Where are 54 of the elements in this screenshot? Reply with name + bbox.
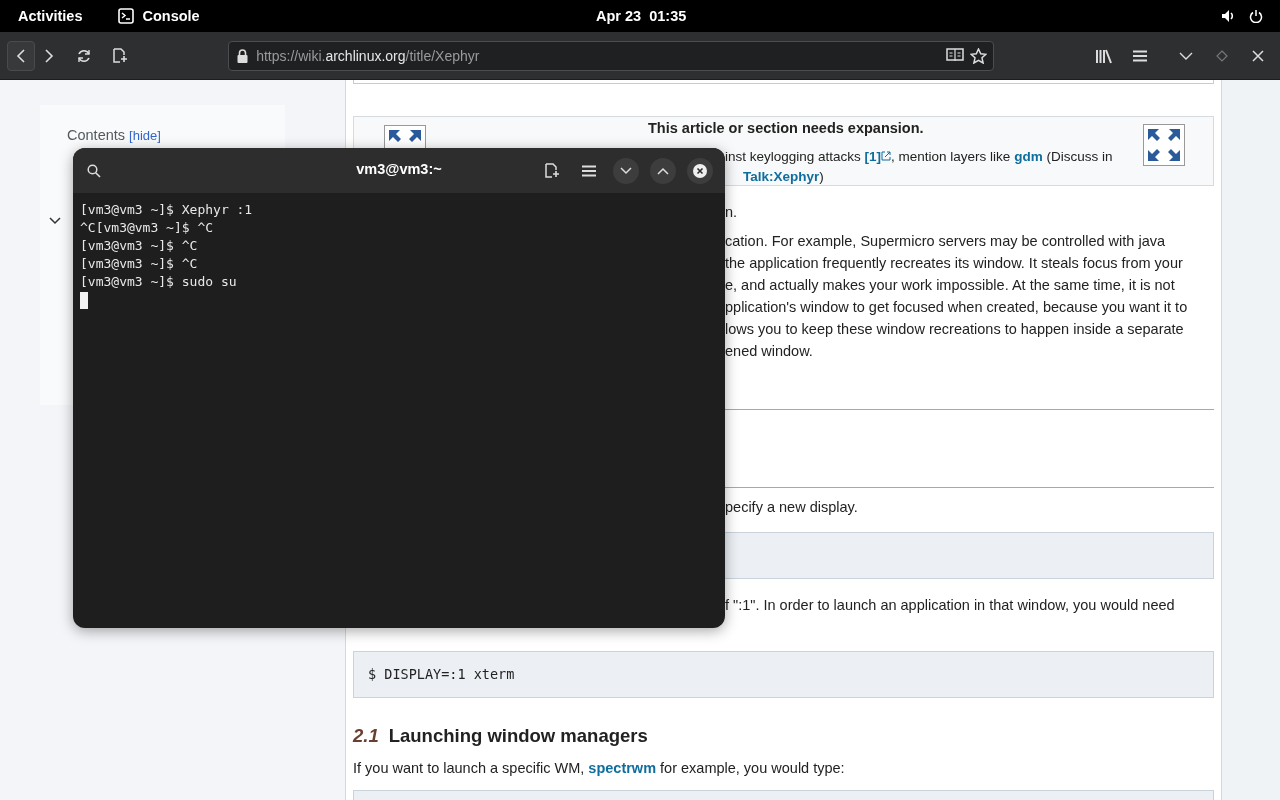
- external-link[interactable]: [1]: [864, 149, 892, 164]
- reader-view-icon[interactable]: [946, 47, 965, 64]
- chevron-up-icon[interactable]: [657, 166, 669, 175]
- body-text: n.: [725, 204, 738, 220]
- body-text: e, and actually makes your work impossible. At the same time, it is not: [725, 277, 1175, 293]
- minimize-button[interactable]: [613, 157, 639, 184]
- lock-icon: [237, 48, 249, 63]
- body-text: inst keylogging attacks: [725, 149, 862, 164]
- body-text: pplication's window to get focused when created, because you want it to: [725, 299, 1188, 315]
- body-text: for example, you would type:: [659, 760, 845, 776]
- star-icon[interactable]: [970, 47, 988, 64]
- terminal-icon: [118, 8, 135, 24]
- body-text: ened window.: [725, 343, 813, 359]
- code-text: $ DISPLAY=:1 xterm: [368, 666, 515, 682]
- expand-arrows-icon: [1143, 124, 1185, 166]
- url-text: https://wiki.archlinux.org/title/Xephyr: [256, 47, 480, 64]
- link[interactable]: Talk:Xephyr: [743, 169, 820, 184]
- body-text: , mention layers like: [891, 149, 1012, 164]
- body-text: the application frequently recreates its window. It steals focus from your: [725, 255, 1183, 271]
- window-title: vm3@vm3:~: [356, 161, 442, 177]
- expand-arrows-icon: [384, 125, 426, 149]
- terminal-line: [vm3@vm3 ~]$ sudo su: [80, 273, 238, 291]
- body-text: pecify a new display.: [725, 499, 858, 515]
- close-icon[interactable]: [693, 163, 707, 178]
- body-text: If you want to launch a specific WM,: [353, 760, 586, 776]
- contents-heading: Contents: [67, 127, 126, 143]
- body-text: lows you to keep these window recreations to happen inside a separate: [725, 321, 1184, 337]
- terminal-line: [vm3@vm3 ~]$ ^C: [80, 237, 199, 255]
- terminal-line: [vm3@vm3 ~]$ ^C: [80, 255, 199, 273]
- link[interactable]: gdm: [1014, 149, 1043, 164]
- section-heading: Launching window managers: [388, 725, 648, 746]
- chevron-down-icon[interactable]: [49, 217, 61, 225]
- volume-icon[interactable]: [1221, 9, 1235, 23]
- back-icon[interactable]: [15, 47, 26, 64]
- activities-button[interactable]: Activities: [18, 8, 83, 24]
- clock[interactable]: Apr 23 01:35: [596, 8, 687, 24]
- notice-title: This article or section needs expansion.: [648, 120, 924, 136]
- app-menu-label[interactable]: Console: [142, 8, 200, 24]
- body-text: cation. For example, Supermicro servers may be controlled with java: [725, 233, 1165, 249]
- close-button[interactable]: [687, 157, 713, 184]
- terminal-line: [vm3@vm3 ~]$ Xephyr :1: [80, 201, 254, 219]
- hide-link[interactable]: [hide]: [129, 128, 161, 143]
- external-link-icon[interactable]: [881, 151, 892, 161]
- body-text: (Discuss in: [1045, 149, 1113, 164]
- section-number: 2.1: [353, 725, 379, 746]
- address-bar[interactable]: https://wiki.archlinux.org/title/Xephyr: [228, 40, 995, 71]
- back-button[interactable]: [7, 40, 35, 71]
- terminal-line: ^C[vm3@vm3 ~]$ ^C: [80, 219, 215, 237]
- body-text: ): [819, 169, 824, 184]
- maximize-button[interactable]: [650, 157, 676, 184]
- body-text: f ":1". In order to launch an application in that window, you would need: [725, 597, 1175, 613]
- search-icon[interactable]: [87, 163, 101, 178]
- power-icon[interactable]: [1249, 9, 1263, 23]
- link[interactable]: spectrwm: [588, 760, 657, 776]
